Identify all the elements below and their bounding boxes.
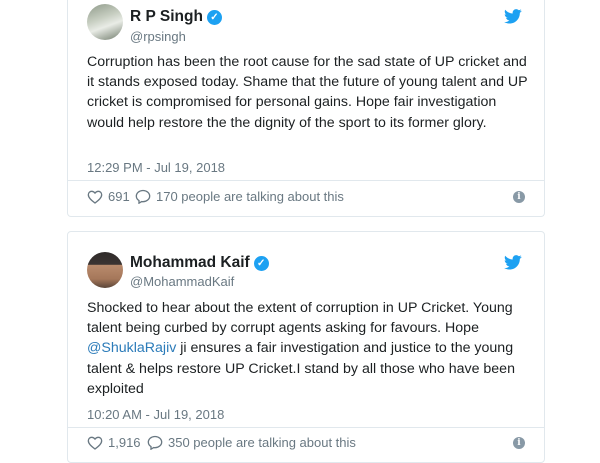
like-button[interactable]: 1,916 [87, 435, 141, 450]
tweet-text-part: Shocked to hear about the extent of corr… [87, 300, 513, 337]
tweet-timestamp[interactable]: 12:29 PM - Jul 19, 2018 [87, 160, 225, 175]
tweet-timestamp[interactable]: 10:20 AM - Jul 19, 2018 [87, 407, 224, 422]
mention-link[interactable]: @ShuklaRajiv [87, 340, 176, 356]
verified-badge-icon: ✓ [206, 10, 222, 25]
avatar[interactable] [87, 252, 123, 288]
like-button[interactable]: 691 [87, 189, 130, 204]
author-handle[interactable]: @MohammadKaif [130, 274, 234, 289]
like-count: 691 [108, 189, 130, 204]
author-name[interactable]: Mohammad Kaif ✓ [130, 254, 269, 272]
author-name[interactable]: R P Singh ✓ [130, 8, 222, 26]
twitter-bird-icon[interactable] [504, 255, 522, 270]
heart-icon [87, 436, 103, 450]
divider [68, 180, 544, 181]
author-name-text[interactable]: R P Singh [130, 8, 203, 25]
info-icon[interactable]: i [513, 437, 525, 449]
twitter-bird-icon[interactable] [504, 9, 522, 24]
heart-icon [87, 190, 103, 204]
tweet-actions: 1,916 350 people are talking about this … [87, 435, 525, 455]
speech-bubble-icon [147, 435, 163, 450]
author-name-text[interactable]: Mohammad Kaif [130, 254, 250, 271]
conversation-link[interactable]: 170 people are talking about this [135, 189, 344, 204]
conversation-link[interactable]: 350 people are talking about this [147, 435, 356, 450]
divider [68, 427, 544, 428]
tweet-actions: 691 170 people are talking about this i [87, 189, 525, 209]
talking-count: 350 people are talking about this [168, 435, 356, 450]
speech-bubble-icon [135, 189, 151, 204]
tweet-text: Shocked to hear about the extent of corr… [87, 298, 532, 399]
verified-badge-icon: ✓ [253, 256, 269, 271]
tweet-card: Mohammad Kaif ✓ @MohammadKaif Shocked to … [67, 231, 545, 463]
like-count: 1,916 [108, 435, 141, 450]
tweet-card: R P Singh ✓ @rpsingh Corruption has been … [67, 0, 545, 217]
tweet-text: Corruption has been the root cause for t… [87, 54, 528, 131]
author-handle[interactable]: @rpsingh [130, 29, 186, 44]
avatar[interactable] [87, 4, 123, 40]
info-icon[interactable]: i [513, 191, 525, 203]
talking-count: 170 people are talking about this [156, 189, 344, 204]
